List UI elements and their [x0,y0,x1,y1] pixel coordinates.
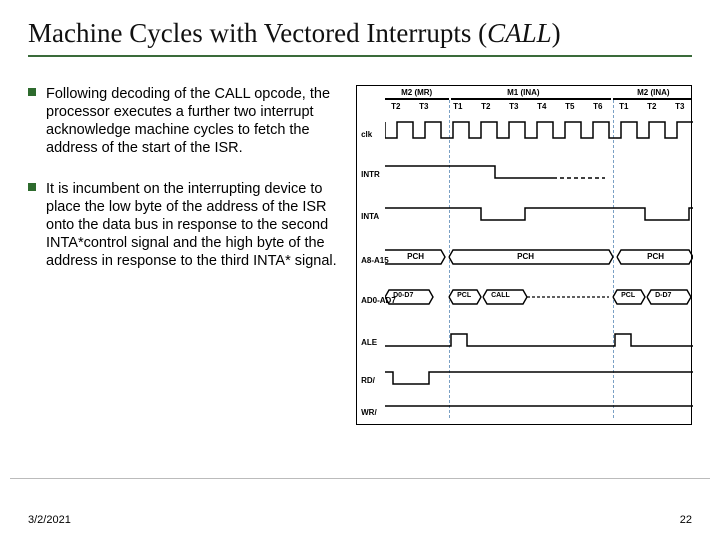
title-text: Machine Cycles with Vectored Interrupts … [28,18,487,48]
tstate-label: T2 [481,102,490,111]
bus-value: PCH [517,252,534,261]
signal-label: ALE [361,338,377,347]
tstate-label: T3 [419,102,428,111]
signal-label: INTR [361,170,380,179]
bus-value: PCH [407,252,424,261]
signal-label: RD/ [361,376,375,385]
bus-value: D-D7 [655,292,671,299]
tstate-label: T2 [391,102,400,111]
title-rule: Machine Cycles with Vectored Interrupts … [28,18,692,57]
page-title: Machine Cycles with Vectored Interrupts … [28,18,692,49]
intr-wave [385,162,693,182]
square-bullet-icon [28,88,46,158]
wr-wave [385,402,693,420]
tstate-label: T2 [647,102,656,111]
tstate-label: T3 [509,102,518,111]
bus-value: D0-D7 [393,292,413,299]
title-close: ) [552,18,561,48]
signal-label: WR/ [361,408,377,417]
tstate-label: T1 [619,102,628,111]
cycle-label: M1 (INA) [507,88,539,97]
signal-label: clk [361,130,372,139]
timing-diagram: M2 (MR) M1 (INA) M2 (INA) T2 T3 T1 T2 T3… [356,85,692,425]
square-bullet-icon [28,183,46,271]
tstate-label: T3 [675,102,684,111]
cycle-label: M2 (MR) [401,88,432,97]
bullet-text: Following decoding of the CALL opcode, t… [46,85,344,158]
cycle-label: M2 (INA) [637,88,669,97]
bus-value: PCH [647,252,664,261]
bus-value: CALL [491,292,510,299]
data-bus [385,288,693,306]
footer-date: 3/2/2021 [28,514,71,526]
list-item: Following decoding of the CALL opcode, t… [28,85,344,158]
list-item: It is incumbent on the interrupting devi… [28,180,344,271]
inta-wave [385,204,693,224]
tstate-label: T1 [453,102,462,111]
bullet-text: It is incumbent on the interrupting devi… [46,180,344,271]
title-ital: CALL [487,18,552,48]
footer-rule [10,478,710,479]
signal-label: INTA [361,212,379,221]
bullet-list: Following decoding of the CALL opcode, t… [28,85,344,425]
bus-value: PCL [457,292,471,299]
page-number: 22 [680,514,692,526]
content-row: Following decoding of the CALL opcode, t… [28,85,692,425]
clk-wave [385,118,693,142]
bus-value: PCL [621,292,635,299]
ale-wave [385,330,693,350]
tstate-label: T4 [537,102,546,111]
slide: Machine Cycles with Vectored Interrupts … [0,0,720,540]
tstate-label: T5 [565,102,574,111]
tstate-label: T6 [593,102,602,111]
rd-wave [385,368,693,388]
